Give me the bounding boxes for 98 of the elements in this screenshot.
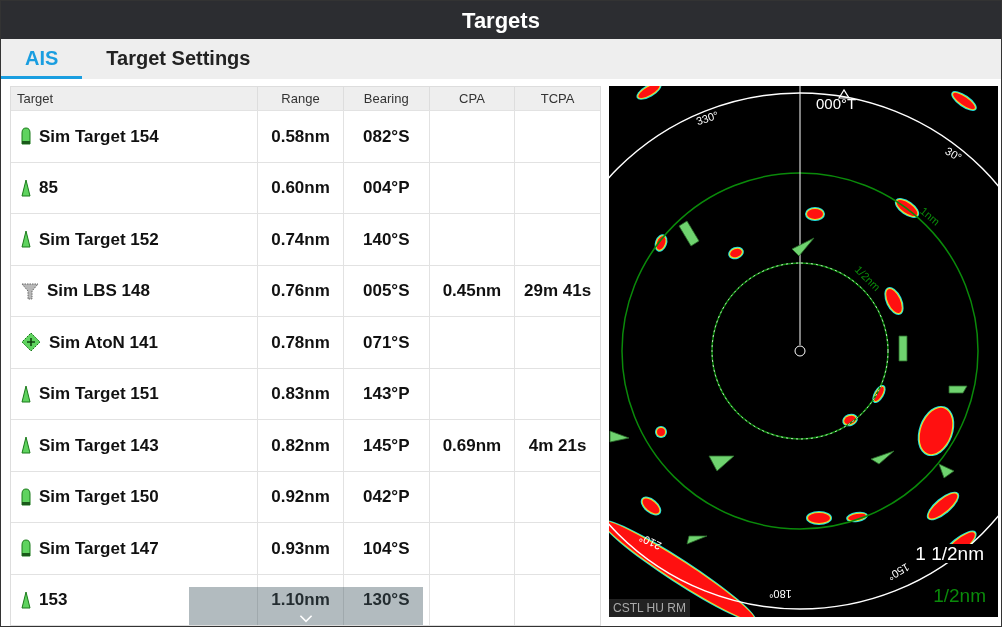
table-cell: 143°P xyxy=(362,385,410,403)
table-cell: 140°S xyxy=(362,230,410,248)
radar-echo xyxy=(894,198,920,218)
target-name: Sim Target 147 xyxy=(39,537,159,560)
column-header: Target xyxy=(16,90,55,108)
table-cell: 145°P xyxy=(362,436,410,454)
table-cell: 0.60nm xyxy=(271,179,330,197)
table-cell: 004°P xyxy=(362,179,410,197)
radar-echo xyxy=(926,491,960,521)
mode-readout: CSTL HU RM xyxy=(609,599,690,617)
tab[interactable]: Target Settings xyxy=(82,39,275,79)
column-header: Range xyxy=(257,87,343,110)
radar-echo xyxy=(872,385,886,403)
diamond-plus-icon xyxy=(21,332,41,353)
table-cell: 0.74nm xyxy=(271,230,330,248)
heading-readout: 000°T xyxy=(816,96,857,111)
funnel-icon xyxy=(21,281,39,300)
table-cell: 130°S xyxy=(362,591,410,609)
heading-marker-icon xyxy=(837,88,851,99)
target-marker-icon xyxy=(678,220,700,247)
target-name: Sim AtoN 141 xyxy=(49,331,158,354)
bearing-label: 210° xyxy=(637,531,663,552)
bearing-label: 30° xyxy=(943,145,964,164)
target-marker-icon xyxy=(609,430,630,443)
ring-interval-readout: 1/2nm xyxy=(933,586,986,605)
radar-echo xyxy=(846,511,868,523)
target-row[interactable]: 85 0.60nm 004°P xyxy=(11,161,600,213)
column-header: Bearing xyxy=(342,87,429,110)
table-cell: 4m 21s xyxy=(528,436,587,454)
table-cell: 0.69nm xyxy=(442,436,502,454)
table-cell: 1.10nm xyxy=(271,591,330,609)
target-name: Sim Target 143 xyxy=(39,434,159,457)
target-marker-icon xyxy=(791,237,815,257)
radar-echo xyxy=(640,496,662,516)
ring-label: 1nm xyxy=(917,205,942,228)
target-row[interactable]: Sim Target 152 0.74nm 140°S xyxy=(11,213,600,265)
target-marker-icon xyxy=(686,535,708,545)
triangle-icon xyxy=(21,178,31,197)
target-name: Sim Target 150 xyxy=(39,486,159,508)
target-name: Sim Target 151 xyxy=(39,383,159,405)
target-name: Sim LBS 148 xyxy=(47,280,150,302)
bearing-label: 180° xyxy=(769,588,792,599)
table-cell: 0.92nm xyxy=(271,488,330,506)
radar-echo xyxy=(636,86,662,100)
radar-echo xyxy=(655,426,667,438)
target-name: Sim Target 152 xyxy=(39,228,159,251)
column-header: CPA xyxy=(428,87,515,110)
range-readout: 1 1/2nm xyxy=(915,544,984,563)
table-cell: 0.83nm xyxy=(271,385,330,403)
target-row[interactable]: Sim LBS 148 0.76nm 005°S 0.45nm 29m 41s xyxy=(11,264,600,316)
column-header: TCPA xyxy=(514,87,600,110)
table-cell: 005°S xyxy=(362,282,410,300)
chevron-down-icon xyxy=(298,615,314,623)
target-marker-icon xyxy=(938,463,955,479)
target-row[interactable]: Sim AtoN 141 0.78nm 071°S xyxy=(11,316,600,368)
radar-echo xyxy=(884,287,904,315)
target-row[interactable]: Sim Target 151 0.83nm 143°P xyxy=(11,367,600,419)
table-cell: 0.58nm xyxy=(271,127,330,145)
table-cell: 042°P xyxy=(362,488,410,506)
triangle-icon xyxy=(21,230,31,249)
target-marker-icon xyxy=(708,455,735,472)
target-row[interactable]: Sim Target 154 0.58nm 082°S xyxy=(11,110,600,162)
table-cell: 104°S xyxy=(362,539,410,557)
radar-echo xyxy=(917,405,955,457)
radar-echo xyxy=(654,234,668,252)
window-title: Targets xyxy=(462,6,540,35)
target-marker-icon xyxy=(948,385,968,394)
target-row[interactable]: 153 1.10nm 130°S xyxy=(11,573,600,625)
target-name: 85 xyxy=(39,177,58,199)
scroll-down-button[interactable] xyxy=(189,587,423,625)
triangle-icon xyxy=(21,436,31,455)
triangle-icon xyxy=(21,590,31,609)
radar-echo xyxy=(806,511,832,525)
target-row[interactable]: Sim Target 143 0.82nm 145°P 0.69nm 4m 21s xyxy=(11,419,600,471)
bearing-label: 330° xyxy=(694,109,720,128)
table-cell: 0.76nm xyxy=(271,282,330,300)
target-name: 153 xyxy=(39,589,68,611)
table-cell: 0.45nm xyxy=(442,282,502,300)
radar-echo xyxy=(805,207,825,221)
radar-echo xyxy=(951,91,977,111)
table-cell: 0.78nm xyxy=(271,333,330,351)
target-marker-icon xyxy=(870,450,895,465)
table-cell: 29m 41s xyxy=(524,282,592,300)
vessel-icon xyxy=(21,127,31,146)
target-name: Sim Target 154 xyxy=(39,125,159,148)
table-cell: 0.82nm xyxy=(271,436,330,454)
radar-echo xyxy=(728,246,744,260)
target-marker-icon xyxy=(898,335,908,362)
table-cell: 082°S xyxy=(362,127,410,145)
vessel-icon xyxy=(21,539,31,558)
table-cell: 071°S xyxy=(362,333,410,351)
radar-echo xyxy=(842,413,858,427)
table-cell: 0.93nm xyxy=(271,539,330,557)
triangle-icon xyxy=(21,384,31,403)
target-row[interactable]: Sim Target 150 0.92nm 042°P xyxy=(11,470,600,522)
target-row[interactable]: Sim Target 147 0.93nm 104°S xyxy=(11,522,600,574)
vessel-icon xyxy=(21,487,31,506)
bearing-label: 150° xyxy=(885,561,911,582)
